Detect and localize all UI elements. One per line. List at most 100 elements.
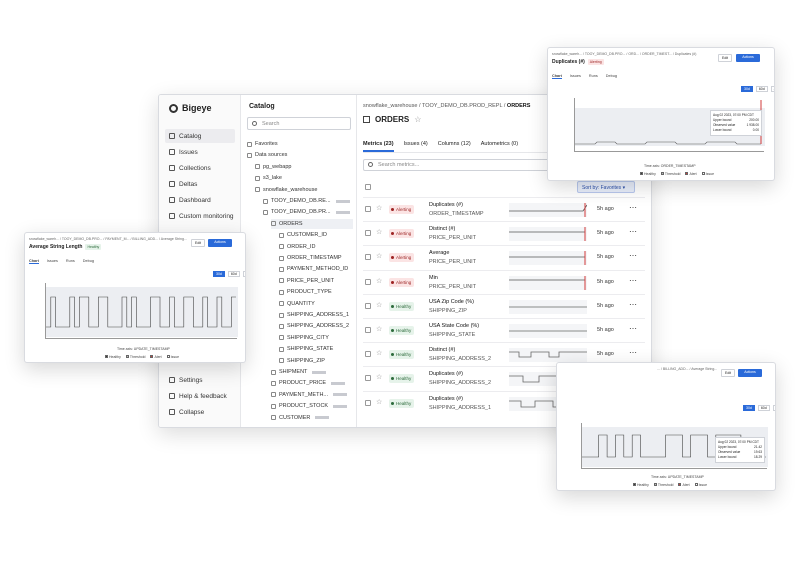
more-options-icon[interactable]: ⋯ <box>629 251 637 260</box>
select-all-checkbox[interactable] <box>365 184 371 190</box>
sort-dropdown[interactable]: Sort by: Favorites ▾ <box>577 181 635 193</box>
metric-name[interactable]: Min <box>429 275 438 281</box>
row-checkbox[interactable] <box>365 230 371 237</box>
nav-help-feedback[interactable]: Help & feedback <box>165 389 235 403</box>
favorite-star-icon[interactable]: ☆ <box>376 349 382 357</box>
nav-dashboard[interactable]: Dashboard <box>165 193 235 207</box>
catalog-search-input[interactable]: Search <box>247 117 351 130</box>
actions-button[interactable]: Actions <box>736 54 760 62</box>
popup-tab[interactable]: Runs <box>589 74 598 79</box>
tree-item[interactable]: snowflake_warehouse <box>255 185 353 195</box>
nav-issues[interactable]: Issues <box>165 145 235 159</box>
popup-tab[interactable]: Debug <box>83 259 94 264</box>
range-option[interactable]: 30d <box>741 86 753 92</box>
more-options-icon[interactable]: ⋯ <box>629 348 637 357</box>
favorite-star-icon[interactable]: ☆ <box>376 325 382 333</box>
range-option[interactable]: All <box>242 271 245 277</box>
tab-metrics-3[interactable]: Autometrics (0) <box>481 141 518 152</box>
row-checkbox[interactable] <box>365 254 371 261</box>
favorite-star-icon[interactable]: ☆ <box>376 228 382 236</box>
breadcrumb-item[interactable]: snowflake_warehouse <box>363 103 417 109</box>
range-option[interactable]: 60d <box>227 271 240 277</box>
tree-item[interactable]: PRODUCT_PRICE <box>271 378 353 388</box>
favorite-star-icon[interactable]: ☆ <box>376 277 382 285</box>
tab-metrics-2[interactable]: Columns (12) <box>438 141 471 152</box>
tree-item[interactable]: PAYMENT_METHOD_ID <box>279 264 353 274</box>
row-checkbox[interactable] <box>365 327 371 333</box>
range-option[interactable]: 60d <box>755 86 768 92</box>
tree-item[interactable]: PRODUCT_STOCK <box>271 401 353 411</box>
tree-item[interactable]: CUSTOMER <box>271 413 353 423</box>
tree-item[interactable]: TOOY_DEMO_DB.RE... <box>263 196 353 206</box>
edit-button[interactable]: Edit <box>191 239 205 247</box>
metric-name[interactable]: Duplicates (#) <box>429 371 463 377</box>
range-option[interactable]: 60d <box>757 405 770 411</box>
tree-item[interactable]: PRICE_PER_UNIT <box>279 276 353 286</box>
tree-item[interactable]: ORDER_TIMESTAMP <box>279 253 353 263</box>
tab-metrics-1[interactable]: Issues (4) <box>404 141 428 152</box>
row-checkbox[interactable] <box>365 375 371 382</box>
nav-settings[interactable]: Settings <box>165 373 235 387</box>
metric-row[interactable]: ☆ Alerting Duplicates (#) ORDER_TIMESTAMP 5h… <box>363 197 645 221</box>
tree-item[interactable]: SHIPPING_ZIP <box>279 356 353 366</box>
tree-item[interactable]: PRODUCT_TYPE <box>279 287 353 297</box>
nav-custom-monitoring[interactable]: Custom monitoring <box>165 209 235 223</box>
favorite-star-icon[interactable]: ☆ <box>376 204 382 212</box>
row-checkbox[interactable] <box>365 351 371 358</box>
range-option[interactable]: All <box>772 405 775 411</box>
tree-item[interactable]: pg_webapp <box>255 162 353 172</box>
metric-name[interactable]: Distinct (#) <box>429 347 455 353</box>
tree-item[interactable]: ORDERS <box>271 218 353 229</box>
more-options-icon[interactable]: ⋯ <box>629 227 637 236</box>
popup-tab[interactable]: Issues <box>47 259 58 264</box>
more-options-icon[interactable]: ⋯ <box>629 324 637 333</box>
edit-button[interactable]: Edit <box>718 54 732 62</box>
metric-row[interactable]: ☆ Alerting Distinct (#) PRICE_PER_UNIT 5h ag… <box>363 221 645 245</box>
metric-row[interactable]: ☆ Healthy USA Zip Code (%) SHIPPING_ZIP 5h a… <box>363 293 645 318</box>
metric-name[interactable]: Duplicates (#) <box>429 202 463 208</box>
range-option[interactable]: All <box>770 86 774 92</box>
more-options-icon[interactable]: ⋯ <box>629 276 637 285</box>
range-option[interactable]: 30d <box>213 271 225 277</box>
favorite-star-icon[interactable]: ☆ <box>376 398 382 406</box>
nav-deltas[interactable]: Deltas <box>165 177 235 191</box>
range-option[interactable]: 30d <box>743 405 755 411</box>
popup-tab[interactable]: Chart <box>29 259 39 264</box>
metric-name[interactable]: Duplicates (#) <box>429 396 463 402</box>
metric-name[interactable]: USA State Code (%) <box>429 323 479 329</box>
metric-row[interactable]: ☆ Alerting Average PRICE_PER_UNIT 5h ago ⋯ <box>363 245 645 269</box>
breadcrumb-item[interactable]: TOOY_DEMO_DB.PROD_REPL <box>422 103 502 109</box>
nav-catalog[interactable]: Catalog <box>165 129 235 143</box>
tree-item[interactable]: TOOY_DEMO_DB.PR... <box>263 207 353 217</box>
tree-item[interactable]: Data sources <box>247 150 353 160</box>
popup-tab[interactable]: Issues <box>570 74 581 79</box>
metric-name[interactable]: USA Zip Code (%) <box>429 299 474 305</box>
tab-metrics-0[interactable]: Metrics (23) <box>363 141 394 152</box>
popup-tab[interactable]: Runs <box>66 259 75 264</box>
popup-tab[interactable]: Chart <box>552 74 562 79</box>
nav-collections[interactable]: Collections <box>165 161 235 175</box>
tree-item[interactable]: CUSTOMER_ID <box>279 230 353 240</box>
favorite-star-icon[interactable]: ☆ <box>376 252 382 260</box>
brand[interactable]: Bigeye <box>169 103 212 113</box>
popup-tab[interactable]: Debug <box>606 74 617 79</box>
tree-item[interactable]: Favorites <box>247 139 353 149</box>
metric-name[interactable]: Average <box>429 250 449 256</box>
row-checkbox[interactable] <box>365 278 371 285</box>
metric-name[interactable]: Distinct (#) <box>429 226 455 232</box>
favorite-star-icon[interactable]: ☆ <box>414 115 421 124</box>
tree-item[interactable]: SHIPMENT <box>271 367 353 377</box>
tree-item[interactable]: SHIPPING_ADDRESS_1 <box>279 310 353 320</box>
tree-item[interactable]: SHIPPING_STATE <box>279 344 353 354</box>
row-checkbox[interactable] <box>365 302 371 309</box>
metric-row[interactable]: ☆ Alerting Min PRICE_PER_UNIT 5h ago ⋯ <box>363 269 645 294</box>
more-options-icon[interactable]: ⋯ <box>629 300 637 309</box>
favorite-star-icon[interactable]: ☆ <box>376 301 382 309</box>
tree-item[interactable]: s3_lake <box>255 173 353 183</box>
nav-collapse[interactable]: Collapse <box>165 405 235 419</box>
edit-button[interactable]: Edit <box>721 369 735 377</box>
breadcrumb-item[interactable]: ORDERS <box>507 103 531 109</box>
actions-button[interactable]: Actions <box>738 369 762 377</box>
more-options-icon[interactable]: ⋯ <box>629 203 637 212</box>
actions-button[interactable]: Actions <box>208 239 232 247</box>
